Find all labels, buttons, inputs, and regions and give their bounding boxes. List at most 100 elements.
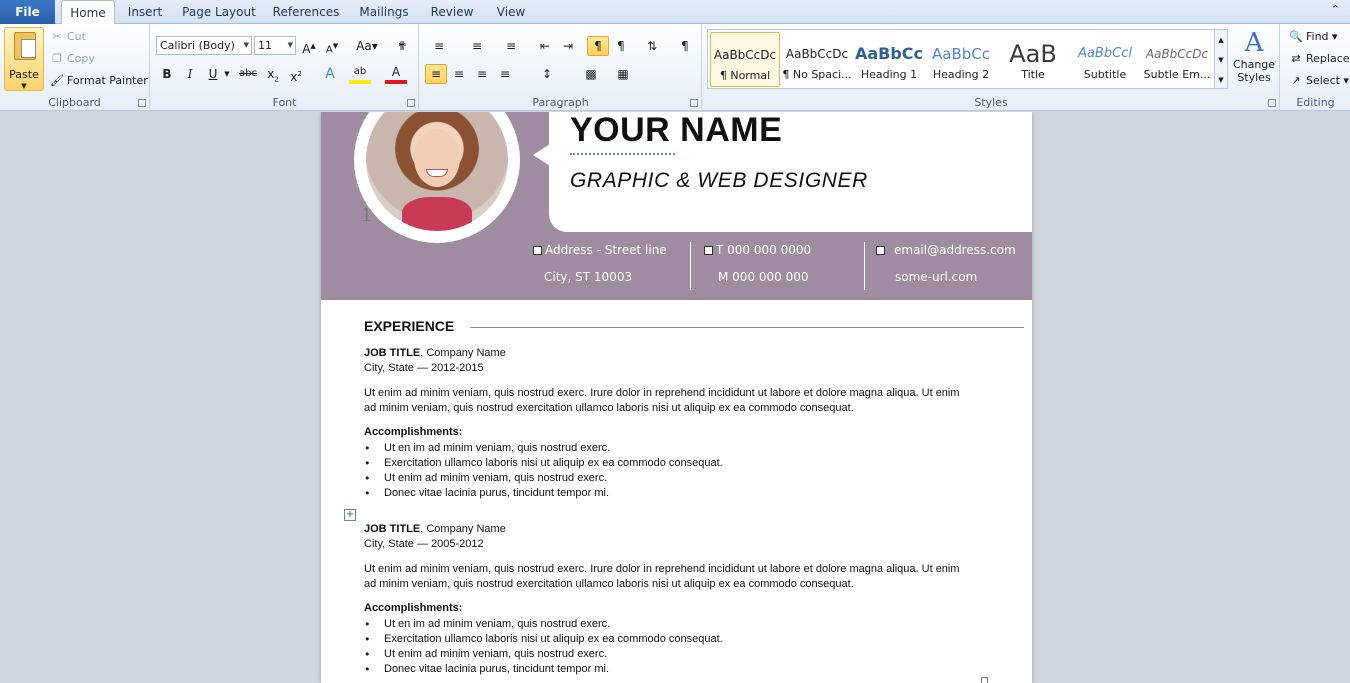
accomplishments-label[interactable]: Accomplishments: [364,426,462,438]
contact-address[interactable]: Address - Street line City, ST 10003 [533,237,667,297]
style-heading-1[interactable]: AaBbCc Heading 1 [854,32,924,87]
url-value: some-url.com [895,270,978,284]
chevron-down-icon[interactable]: ▼ [5,82,43,90]
find-button[interactable]: 🔍 Find ▾ [1289,27,1337,47]
chevron-down-icon[interactable]: ▼ [1215,50,1227,70]
align-left-icon[interactable]: ≡ [425,64,447,84]
experience-heading[interactable]: EXPERIENCE [364,318,454,334]
list-item[interactable]: Ut enim ad minim veniam, quis nostrud ex… [384,472,607,484]
subscript-icon[interactable]: x2 [262,64,284,84]
styles-gallery-scrollbar[interactable]: ▲ ▼ ▼ [1214,29,1228,89]
tab-page-layout[interactable]: Page Layout [180,0,258,24]
job-heading[interactable]: JOB TITLE, Company Name [364,523,506,535]
tab-view[interactable]: View [489,0,533,24]
contact-phone[interactable]: T 000 000 0000 M 000 000 000 [704,237,811,297]
collapse-ribbon-icon[interactable]: ⌃ [1331,3,1340,16]
font-color-icon[interactable]: A [385,64,407,84]
line-spacing-icon[interactable]: ↕ [536,64,558,84]
superscript-icon[interactable]: x2 [285,64,307,84]
section-divider [470,327,1024,328]
style-no-spacing[interactable]: AaBbCcDc ¶ No Spaci... [782,32,852,87]
paste-button[interactable]: Paste ▼ [4,27,44,91]
replace-button[interactable]: ⇄ Replace [1289,49,1349,69]
job-description-line[interactable]: Ut enim ad minim veniam, quis nostrud ex… [364,387,960,399]
format-painter-button[interactable]: 🖌 Format Painter [50,71,148,91]
table-move-handle-icon[interactable]: + [344,509,356,521]
job-location-dates[interactable]: City, State — 2012-2015 [364,362,484,374]
accomplishments-label[interactable]: Accomplishments: [364,602,462,614]
style-normal[interactable]: AaBbCcDc ¶ Normal [710,32,780,87]
table-resize-handle[interactable] [981,677,988,683]
sort-icon[interactable]: ⇅ [641,36,663,56]
italic-icon[interactable]: I [179,64,201,84]
clipboard-dialog-launcher-icon[interactable] [138,99,146,107]
chevron-down-icon[interactable]: ▼ [222,64,232,84]
copy-button[interactable]: ❐ Copy [50,49,95,69]
tab-review[interactable]: Review [425,0,479,24]
style-title[interactable]: AaB Title [998,32,1068,87]
more-icon[interactable]: ▼ [1215,70,1227,90]
tab-insert[interactable]: Insert [122,0,168,24]
align-center-icon[interactable]: ≡ [448,64,470,84]
shading-icon[interactable]: ▩ [580,64,602,84]
text-effects-icon[interactable]: A [319,64,341,84]
multilevel-list-icon[interactable]: ≡ [500,36,522,56]
style-subtitle[interactable]: AaBbCcl Subtitle [1070,32,1140,87]
select-button[interactable]: ↗ Select ▾ [1289,71,1349,91]
decrease-indent-icon[interactable]: ⇤ [534,36,556,56]
style-heading-2[interactable]: AaBbCc Heading 2 [926,32,996,87]
list-item[interactable]: Exercitation ullamco laboris nisi ut ali… [384,457,723,469]
job-heading[interactable]: JOB TITLE, Company Name [364,347,506,359]
style-subtle-emphasis[interactable]: AaBbCcDc Subtle Em... [1142,32,1212,87]
editing-group: 🔍 Find ▾ ⇄ Replace ↗ Select ▾ Editing [1281,24,1350,111]
chevron-down-icon[interactable]: ▼ [244,37,249,54]
list-item[interactable]: Donec vitae lacinia purus, tincidunt tem… [384,487,609,499]
list-item[interactable]: Ut en im ad minim veniam, quis nostrud e… [384,618,610,630]
increase-indent-icon[interactable]: ⇥ [557,36,579,56]
align-right-icon[interactable]: ≡ [471,64,493,84]
numbering-icon[interactable]: ≡ [466,36,488,56]
change-styles-button[interactable]: A Change Styles [1231,28,1277,92]
tab-references[interactable]: References [270,0,342,24]
job-location-dates[interactable]: City, State — 2005-2012 [364,538,484,550]
list-item[interactable]: Exercitation ullamco laboris nisi ut ali… [384,633,723,645]
borders-icon[interactable]: ▦ [612,64,634,84]
strikethrough-icon[interactable]: abc [237,64,259,84]
underline-icon[interactable]: U [202,64,224,84]
chevron-down-icon[interactable]: ▼ [288,37,293,54]
job-description-line[interactable]: ad minim veniam, quis nostrud exercitati… [364,578,854,590]
grow-font-icon[interactable]: A▲ [298,36,320,56]
change-case-icon[interactable]: Aa▾ [352,36,382,56]
tab-mailings[interactable]: Mailings [353,0,415,24]
tab-file[interactable]: File [0,0,55,24]
resume-job-title[interactable]: GRAPHIC & WEB DESIGNER [570,169,868,193]
resume-name[interactable]: YOUR NAME [570,112,782,150]
help-icon[interactable] [1340,0,1350,24]
highlight-icon[interactable]: ab [349,64,371,84]
font-dialog-launcher-icon[interactable] [407,99,415,107]
clear-formatting-icon[interactable]: ✟ [391,36,413,56]
bold-icon[interactable]: B [156,64,178,84]
bullets-icon[interactable]: ≡ [428,36,450,56]
shrink-font-icon[interactable]: A▼ [321,36,343,56]
list-item[interactable]: Donec vitae lacinia purus, tincidunt tem… [384,663,609,675]
name-card: YOUR NAME GRAPHIC & WEB DESIGNER [533,112,1032,232]
show-formatting-marks-icon[interactable]: ¶ [674,36,696,56]
profile-photo[interactable] [366,112,508,231]
cut-button[interactable]: ✂ Cut [50,27,86,47]
paragraph-dialog-launcher-icon[interactable] [690,99,698,107]
chevron-up-icon[interactable]: ▲ [1215,30,1227,50]
list-item[interactable]: Ut enim ad minim veniam, quis nostrud ex… [384,648,607,660]
font-family-combo[interactable]: Calibri (Body) ▼ [156,36,252,55]
tab-home[interactable]: Home [61,0,115,25]
styles-dialog-launcher-icon[interactable] [1268,99,1276,107]
ltr-direction-icon[interactable]: ¶ [587,36,609,56]
list-item[interactable]: Ut en im ad minim veniam, quis nostrud e… [384,442,610,454]
document-page[interactable]: 1 YOUR NAME GRAPHIC & WEB DESIGNER Addre… [321,112,1032,683]
contact-email[interactable]: email@address.com some-url.com [876,237,1016,297]
job-description-line[interactable]: ad minim veniam, quis nostrud exercitati… [364,402,854,414]
font-size-combo[interactable]: 11 ▼ [254,36,296,55]
job-description-line[interactable]: Ut enim ad minim veniam, quis nostrud ex… [364,563,960,575]
rtl-direction-icon[interactable]: ¶ [610,36,632,56]
justify-icon[interactable]: ≡ [494,64,516,84]
